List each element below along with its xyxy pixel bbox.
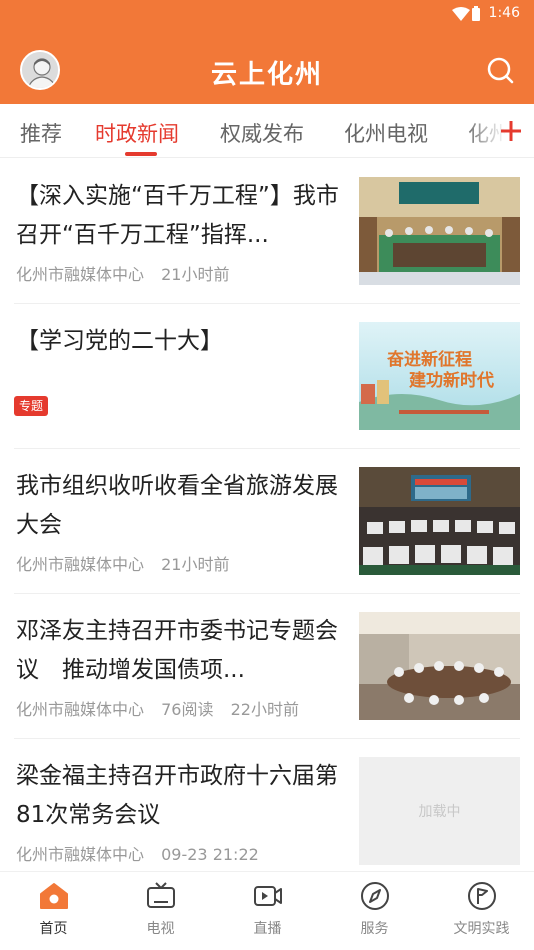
tab-huazhou-tv[interactable]: 化州电视	[344, 118, 428, 148]
auditorium-image	[359, 467, 520, 575]
bottom-nav: 首页 电视 直播 服务 文明实践	[0, 871, 534, 949]
nav-tv[interactable]: 电视	[107, 872, 214, 950]
banner-text-2: 建功新时代	[409, 370, 494, 391]
compass-icon	[359, 880, 391, 912]
nav-home[interactable]: 首页	[0, 872, 107, 950]
battery-icon	[472, 6, 480, 21]
news-title: 邓泽友主持召开市委书记专题会议 推动增发国债项...	[16, 612, 346, 690]
wifi-icon	[452, 7, 470, 21]
status-bar: 1:46	[0, 0, 534, 28]
news-item[interactable]: 我市组织收听收看全省旅游发展大会 化州市融媒体中心 21小时前	[14, 449, 520, 594]
news-time: 22小时前	[231, 700, 299, 719]
add-channel-icon[interactable]	[500, 120, 522, 142]
app-header: 云上化州	[0, 28, 534, 104]
news-meta: 化州市融媒体中心 21小时前	[16, 551, 241, 575]
news-thumbnail-loading: 加载中	[359, 757, 520, 865]
nav-civilization[interactable]: 文明实践	[428, 872, 534, 950]
conference-room-image	[359, 612, 520, 720]
meeting-image	[359, 177, 520, 285]
banner-text-1: 奋进新征程	[386, 349, 472, 370]
active-tab-indicator	[125, 152, 157, 156]
tv-icon	[145, 880, 177, 912]
news-item[interactable]: 梁金福主持召开市政府十六届第81次常务会议 化州市融媒体中心 09-23 21:…	[14, 739, 520, 884]
news-meta: 化州市融媒体中心 21小时前	[16, 261, 241, 285]
nav-service-label: 服务	[321, 918, 428, 938]
news-thumbnail: 奋进新征程 建功新时代	[359, 322, 520, 430]
news-title: 【深入实施“百千万工程”】我市召开“百千万工程”指挥...	[16, 177, 346, 255]
news-item[interactable]: 邓泽友主持召开市委书记专题会议 推动增发国债项... 化州市融媒体中心 76阅读…	[14, 594, 520, 739]
banner-image: 奋进新征程 建功新时代	[359, 322, 520, 430]
tab-recommend[interactable]: 推荐	[20, 118, 62, 148]
news-thumbnail	[359, 177, 520, 285]
tab-fade	[464, 104, 534, 158]
nav-tv-label: 电视	[107, 918, 214, 938]
search-icon[interactable]	[486, 56, 514, 84]
news-source: 化州市融媒体中心	[16, 555, 144, 574]
nav-home-label: 首页	[0, 918, 107, 938]
live-video-icon	[252, 880, 284, 912]
status-time: 1:46	[489, 5, 520, 21]
channel-tabs: 推荐 时政新闻 权威发布 化州电视 化州	[0, 104, 534, 158]
news-time: 21小时前	[161, 555, 229, 574]
home-icon	[38, 880, 70, 912]
nav-live-label: 直播	[214, 918, 321, 938]
nav-service[interactable]: 服务	[321, 872, 428, 950]
news-source: 化州市融媒体中心	[16, 700, 144, 719]
news-thumbnail	[359, 467, 520, 575]
news-meta: 化州市融媒体中心 76阅读 22小时前	[16, 696, 311, 720]
news-list: 【深入实施“百千万工程”】我市召开“百千万工程”指挥... 化州市融媒体中心 2…	[0, 159, 534, 884]
news-source: 化州市融媒体中心	[16, 265, 144, 284]
news-title: 梁金福主持召开市政府十六届第81次常务会议	[16, 757, 346, 835]
tab-politics-news[interactable]: 时政新闻	[95, 118, 179, 148]
nav-live[interactable]: 直播	[214, 872, 321, 950]
news-title: 我市组织收听收看全省旅游发展大会	[16, 467, 346, 545]
news-source: 化州市融媒体中心	[16, 845, 144, 864]
app-title: 云上化州	[0, 54, 534, 91]
news-title: 【学习党的二十大】	[16, 322, 346, 361]
flag-circle-icon	[466, 880, 498, 912]
special-topic-badge: 专题	[14, 396, 48, 416]
news-time: 09-23 21:22	[161, 845, 259, 864]
news-reads: 76阅读	[161, 700, 213, 719]
news-time: 21小时前	[161, 265, 229, 284]
news-item[interactable]: 【学习党的二十大】 专题 奋进新征程 建功新时代	[14, 304, 520, 449]
tab-official-release[interactable]: 权威发布	[220, 118, 304, 148]
news-thumbnail	[359, 612, 520, 720]
news-meta: 化州市融媒体中心 09-23 21:22	[16, 841, 271, 865]
news-item[interactable]: 【深入实施“百千万工程”】我市召开“百千万工程”指挥... 化州市融媒体中心 2…	[14, 159, 520, 304]
nav-civilization-label: 文明实践	[428, 918, 534, 938]
